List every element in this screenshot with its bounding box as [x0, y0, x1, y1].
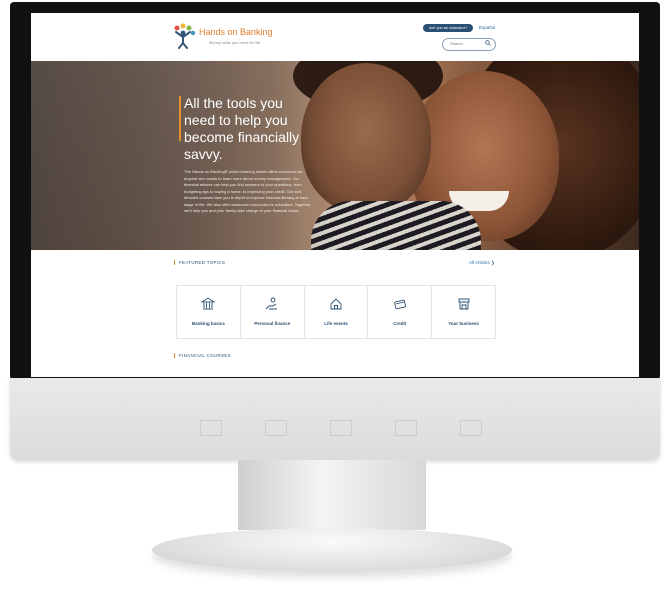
bank-icon: [201, 297, 216, 310]
reflection-tile: [265, 420, 287, 436]
search-icon[interactable]: [485, 40, 491, 46]
hero-body: The Hands on Banking® online learning ce…: [184, 169, 312, 213]
featured-topics-grid: Banking basics Personal finance Life eve…: [176, 285, 496, 339]
reflection-tile: [200, 420, 222, 436]
topic-life-events[interactable]: Life events: [304, 286, 369, 338]
topic-label: Personal finance: [254, 321, 291, 326]
search-placeholder: Search: [450, 41, 463, 46]
hero-photo-striped-shirt: [311, 201, 481, 250]
hero-copy: All the tools you need to help you becom…: [184, 95, 314, 215]
monitor-stand-neck: [238, 460, 426, 530]
site-logo[interactable]: Hands on Banking Money skills you need f…: [171, 23, 291, 53]
hero-title: All the tools you need to help you becom…: [184, 95, 300, 162]
hand-coin-icon: [265, 297, 278, 310]
all-articles-link[interactable]: All Articles ❯: [469, 260, 495, 266]
financial-courses-heading: FINANCIAL COURSES: [174, 353, 231, 358]
topic-label: Credit: [393, 321, 407, 326]
featured-topics-heading: FEATURED TOPICS: [174, 260, 225, 265]
logo-figure-icon: [174, 23, 196, 49]
screen-reflection: [170, 400, 510, 460]
reflection-tile: [460, 420, 482, 436]
topic-your-business[interactable]: Your business: [432, 286, 495, 338]
topic-credit[interactable]: Credit: [368, 286, 433, 338]
house-icon: [330, 298, 342, 310]
storefront-icon: [458, 298, 470, 310]
topic-label: Banking basics: [191, 321, 225, 326]
reflection-tile: [395, 420, 417, 436]
monitor-stand-base: [152, 528, 512, 572]
topic-banking-basics[interactable]: Banking basics: [177, 286, 241, 338]
educator-button[interactable]: Are you an educator?: [423, 24, 474, 32]
topic-label: Your business: [448, 321, 479, 326]
monitor-screen: Hands on Banking Money skills you need f…: [31, 13, 639, 377]
hero-banner: All the tools you need to help you becom…: [31, 61, 639, 250]
language-link[interactable]: Español: [479, 24, 495, 32]
logo-wordmark: Hands on Banking: [199, 27, 273, 37]
credit-card-icon: [394, 299, 406, 310]
topic-personal-finance[interactable]: Personal finance: [240, 286, 305, 338]
site-header: Hands on Banking Money skills you need f…: [31, 13, 639, 61]
topic-label: Life events: [324, 321, 348, 326]
reflection-tile: [330, 420, 352, 436]
search-input[interactable]: Search: [442, 38, 496, 51]
hero-accent-bar: [179, 96, 181, 141]
logo-tagline: Money skills you need for life: [209, 40, 261, 45]
